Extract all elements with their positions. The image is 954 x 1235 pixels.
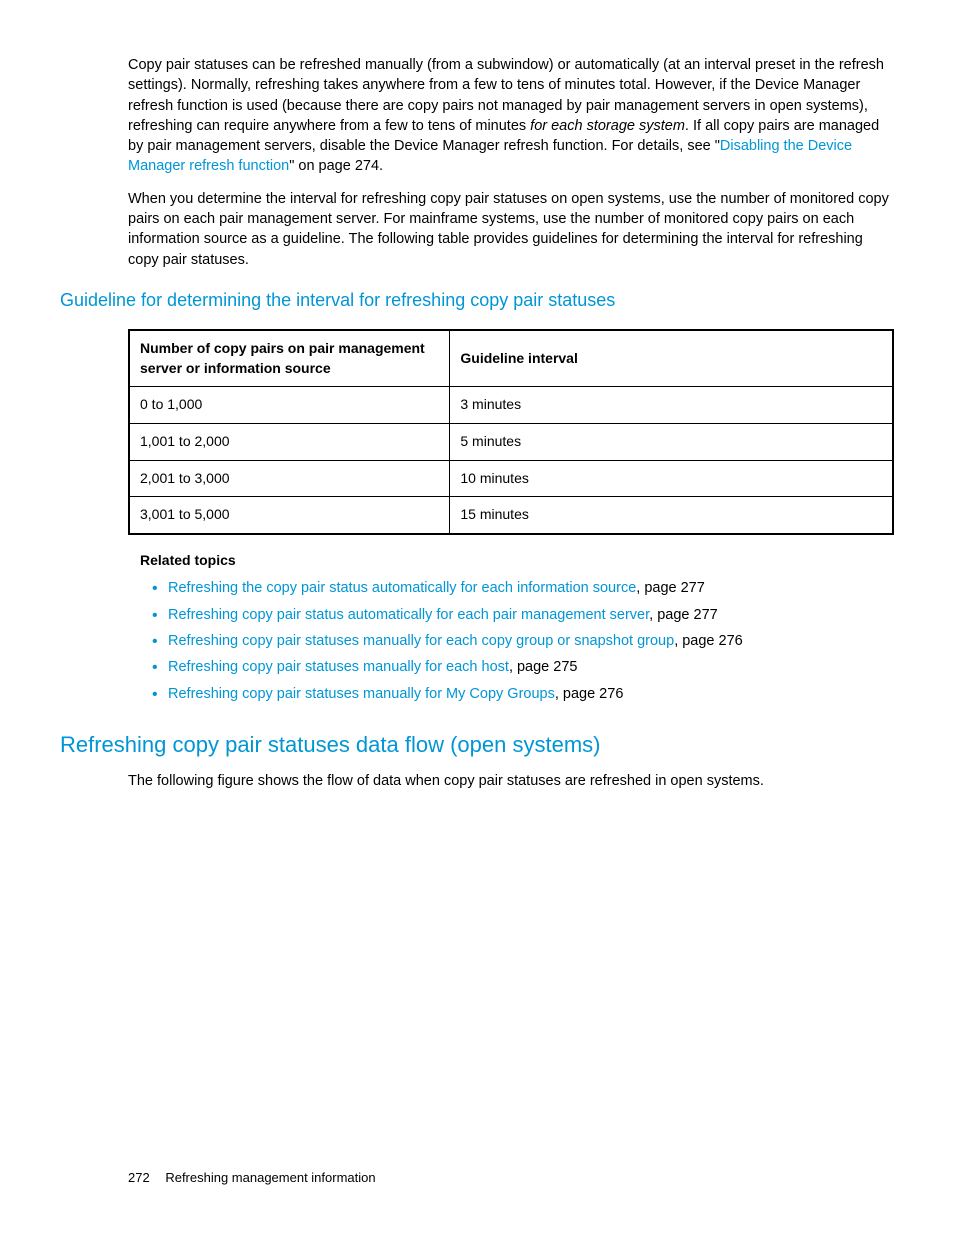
paragraph-guideline-intro: When you determine the interval for refr… <box>128 189 894 270</box>
paragraph-intro: Copy pair statuses can be refreshed manu… <box>128 55 894 177</box>
topic-suffix: , page 275 <box>509 659 578 675</box>
p1-t3: " on page 274. <box>289 158 383 174</box>
table-row: 3,001 to 5,000 15 minutes <box>129 497 893 534</box>
list-item: Refreshing copy pair statuses manually f… <box>152 657 894 677</box>
page-number: 272 <box>128 1170 150 1185</box>
td-c2: 10 minutes <box>450 460 893 497</box>
table-row: 2,001 to 3,000 10 minutes <box>129 460 893 497</box>
related-topics-label: Related topics <box>140 551 894 571</box>
list-item: Refreshing copy pair statuses manually f… <box>152 631 894 651</box>
table-row: 1,001 to 2,000 5 minutes <box>129 423 893 460</box>
heading-data-flow: Refreshing copy pair statuses data flow … <box>60 730 894 761</box>
list-item: Refreshing the copy pair status automati… <box>152 578 894 598</box>
td-c2: 3 minutes <box>450 387 893 424</box>
topic-link[interactable]: Refreshing copy pair statuses manually f… <box>168 659 509 675</box>
td-c1: 3,001 to 5,000 <box>129 497 450 534</box>
td-c2: 5 minutes <box>450 423 893 460</box>
list-item: Refreshing copy pair statuses manually f… <box>152 684 894 704</box>
td-c1: 0 to 1,000 <box>129 387 450 424</box>
paragraph-figure-intro: The following figure shows the flow of d… <box>128 771 894 791</box>
footer-title: Refreshing management information <box>165 1170 375 1185</box>
th-interval: Guideline interval <box>450 330 893 387</box>
topic-suffix: , page 277 <box>636 580 705 596</box>
table-row: 0 to 1,000 3 minutes <box>129 387 893 424</box>
table-header-row: Number of copy pairs on pair management … <box>129 330 893 387</box>
subheading-guideline: Guideline for determining the interval f… <box>60 288 894 313</box>
topic-link[interactable]: Refreshing copy pair status automaticall… <box>168 607 649 623</box>
topic-suffix: , page 277 <box>649 607 718 623</box>
topic-suffix: , page 276 <box>555 686 624 702</box>
guideline-table: Number of copy pairs on pair management … <box>128 329 894 535</box>
topic-link[interactable]: Refreshing copy pair statuses manually f… <box>168 633 674 649</box>
topic-suffix: , page 276 <box>674 633 743 649</box>
td-c2: 15 minutes <box>450 497 893 534</box>
topic-link[interactable]: Refreshing the copy pair status automati… <box>168 580 636 596</box>
th-pairs: Number of copy pairs on pair management … <box>129 330 450 387</box>
list-item: Refreshing copy pair status automaticall… <box>152 605 894 625</box>
p1-italic: for each storage system <box>530 118 685 134</box>
td-c1: 1,001 to 2,000 <box>129 423 450 460</box>
page-footer: 272 Refreshing management information <box>128 1169 376 1187</box>
topic-link[interactable]: Refreshing copy pair statuses manually f… <box>168 686 555 702</box>
td-c1: 2,001 to 3,000 <box>129 460 450 497</box>
related-topics-list: Refreshing the copy pair status automati… <box>152 578 894 703</box>
